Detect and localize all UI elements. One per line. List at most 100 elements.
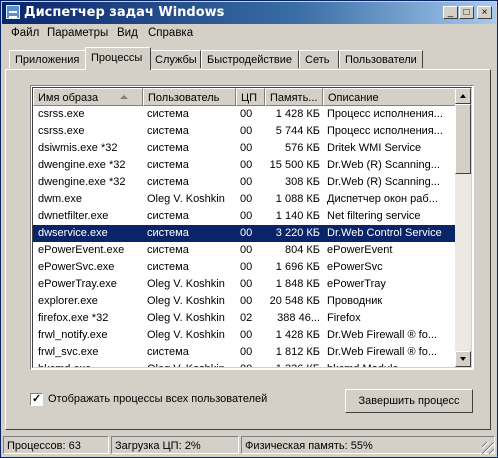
table-row[interactable]: dsiwmis.exe *32 система 00 576 КБ Dritek WMI… xyxy=(33,140,457,157)
maximize-button[interactable]: □ xyxy=(459,6,474,19)
cell-image-name: firefox.exe *32 xyxy=(38,312,109,324)
cell-cpu: 00 xyxy=(240,193,253,205)
table-row[interactable]: frwl_svc.exe система 00 1 812 КБ Dr.Web Fire… xyxy=(33,344,457,361)
cell-memory: 388 46... xyxy=(277,312,320,324)
cell-user: Oleg V. Koshkin xyxy=(147,193,225,205)
cell-image-name: csrss.exe xyxy=(38,108,85,120)
table-row[interactable]: csrss.exe система 00 5 744 КБ Процесс исполн… xyxy=(33,123,457,140)
cell-image-name: ePowerTray.exe xyxy=(38,278,117,290)
menu-help[interactable]: Справка xyxy=(148,27,193,39)
cell-user: система xyxy=(147,346,189,358)
cell-description: ePowerSvc xyxy=(327,261,383,273)
cell-image-name: dwengine.exe *32 xyxy=(38,159,126,171)
process-list[interactable]: Имя образа Пользователь ЦП Память... Опи… xyxy=(30,85,474,370)
column-label: Пользователь xyxy=(148,92,220,104)
scroll-down-icon xyxy=(460,357,466,361)
column-image-name[interactable]: Имя образа xyxy=(33,88,143,106)
menu-options[interactable]: Параметры xyxy=(47,27,108,39)
cell-cpu: 00 xyxy=(240,159,253,171)
cell-description: Процесс исполнения... xyxy=(327,125,443,137)
sort-up-icon xyxy=(120,95,128,99)
table-row[interactable]: firefox.exe *32 Oleg V. Koshkin 02 388 46..… xyxy=(33,310,457,327)
tab-applications[interactable]: Приложения xyxy=(9,50,87,68)
tab-users[interactable]: Пользователи xyxy=(339,50,423,68)
maximize-icon: □ xyxy=(463,7,470,18)
cell-user: система xyxy=(147,261,189,273)
cell-memory: 1 088 КБ xyxy=(275,193,320,205)
cell-memory: 1 336 КБ xyxy=(266,363,320,367)
cell-description: Firefox xyxy=(327,312,361,324)
column-label: Имя образа xyxy=(38,92,99,104)
table-row[interactable]: dwengine.exe *32 система 00 15 500 КБ Dr.Web… xyxy=(33,157,457,174)
cell-user: система xyxy=(147,108,189,120)
column-label: Описание xyxy=(328,92,379,104)
cell-cpu: 00 xyxy=(240,142,253,154)
table-row[interactable]: hkcmd.exe Oleg V. Koshkin 00 1 336 КБ hkcmd … xyxy=(33,361,457,367)
size-grip-icon[interactable] xyxy=(482,442,494,454)
cell-user: Oleg V. Koshkin xyxy=(147,278,225,290)
cell-description: Dritek WMI Service xyxy=(327,142,422,154)
cell-memory: 1 696 КБ xyxy=(275,261,320,273)
tab-processes[interactable]: Процессы xyxy=(85,47,151,70)
tab-network[interactable]: Сеть xyxy=(299,50,339,68)
menu-file[interactable]: Файл xyxy=(11,27,39,39)
cell-image-name: csrss.exe xyxy=(38,125,85,137)
cell-cpu: 00 xyxy=(240,227,253,239)
tab-performance[interactable]: Быстродействие xyxy=(201,50,299,68)
cell-cpu: 00 xyxy=(240,278,253,290)
cell-memory: 1 428 КБ xyxy=(275,108,320,120)
show-all-processes-checkbox[interactable]: ✓ xyxy=(30,393,43,406)
status-process-count: Процессов: 63 xyxy=(3,436,109,454)
table-row[interactable]: ePowerSvc.exe система 00 1 696 КБ ePowerSvc xyxy=(33,259,457,276)
column-description[interactable]: Описание xyxy=(323,88,457,106)
cell-cpu: 00 xyxy=(240,176,253,188)
cell-memory: 20 548 КБ xyxy=(269,295,320,307)
cell-description: Dr.Web Firewall ® fo... xyxy=(327,346,437,358)
cell-image-name: frwl_svc.exe xyxy=(38,346,99,358)
cell-memory: 3 220 КБ xyxy=(275,227,320,239)
table-row[interactable]: ePowerEvent.exe система 00 804 КБ ePowerEven… xyxy=(33,242,457,259)
cell-cpu: 00 xyxy=(240,125,253,137)
minimize-icon: _ xyxy=(447,7,454,18)
cell-description: Dr.Web (R) Scanning... xyxy=(327,159,440,171)
close-button[interactable]: × xyxy=(477,6,492,19)
tab-services[interactable]: Службы xyxy=(149,50,201,68)
cell-user: система xyxy=(147,227,189,239)
table-row[interactable]: explorer.exe Oleg V. Koshkin 00 20 548 КБ Пр… xyxy=(33,293,457,310)
cell-cpu: 02 xyxy=(240,312,253,324)
scroll-down-button[interactable] xyxy=(455,351,471,367)
table-row[interactable]: dwengine.exe *32 система 00 308 КБ Dr.Web (R… xyxy=(33,174,457,191)
table-row[interactable]: ePowerTray.exe Oleg V. Koshkin 00 1 848 КБ e… xyxy=(33,276,457,293)
table-row-selected[interactable]: dwservice.exe система 00 3 220 КБ Dr.Web Con… xyxy=(33,225,457,242)
table-row[interactable]: dwnetfilter.exe система 00 1 140 КБ Net filt… xyxy=(33,208,457,225)
column-memory[interactable]: Память... xyxy=(265,88,323,106)
cell-image-name: dwservice.exe xyxy=(38,227,108,239)
menu-view[interactable]: Вид xyxy=(117,27,138,39)
column-user[interactable]: Пользователь xyxy=(143,88,236,106)
scroll-up-icon xyxy=(460,94,466,98)
title-bar[interactable]: Диспетчер задач Windows _ □ × xyxy=(2,2,496,24)
cell-cpu: 00 xyxy=(240,363,262,367)
end-process-button[interactable]: Завершить процесс xyxy=(345,389,473,413)
table-row[interactable]: frwl_notify.exe Oleg V. Koshkin 00 1 428 КБ… xyxy=(33,327,457,344)
status-memory-usage: Физическая память: 55% xyxy=(241,436,495,454)
cell-image-name: dwengine.exe *32 xyxy=(38,176,126,188)
cell-cpu: 00 xyxy=(240,295,253,307)
show-all-processes-label[interactable]: Отображать процессы всех пользователей xyxy=(48,393,267,405)
column-cpu[interactable]: ЦП xyxy=(236,88,265,106)
cell-user: Oleg V. Koshkin xyxy=(147,329,225,341)
cell-image-name: dsiwmis.exe *32 xyxy=(38,142,118,154)
cell-user: система xyxy=(147,125,189,137)
scroll-up-button[interactable] xyxy=(455,88,471,104)
cell-description: ePowerEvent xyxy=(327,244,393,256)
minimize-button[interactable]: _ xyxy=(443,6,458,19)
table-row[interactable]: dwm.exe Oleg V. Koshkin 00 1 088 КБ Диспетче… xyxy=(33,191,457,208)
cell-description: Диспетчер окон раб... xyxy=(327,193,438,205)
table-row[interactable]: csrss.exe система 00 1 428 КБ Процесс исполн… xyxy=(33,106,457,123)
cell-image-name: ePowerSvc.exe xyxy=(38,261,115,273)
cell-description: Dr.Web Control Service xyxy=(327,227,442,239)
scroll-thumb[interactable] xyxy=(455,104,471,174)
vertical-scrollbar[interactable] xyxy=(455,88,471,367)
close-icon: × xyxy=(481,7,488,18)
cell-memory: 576 КБ xyxy=(284,142,320,154)
